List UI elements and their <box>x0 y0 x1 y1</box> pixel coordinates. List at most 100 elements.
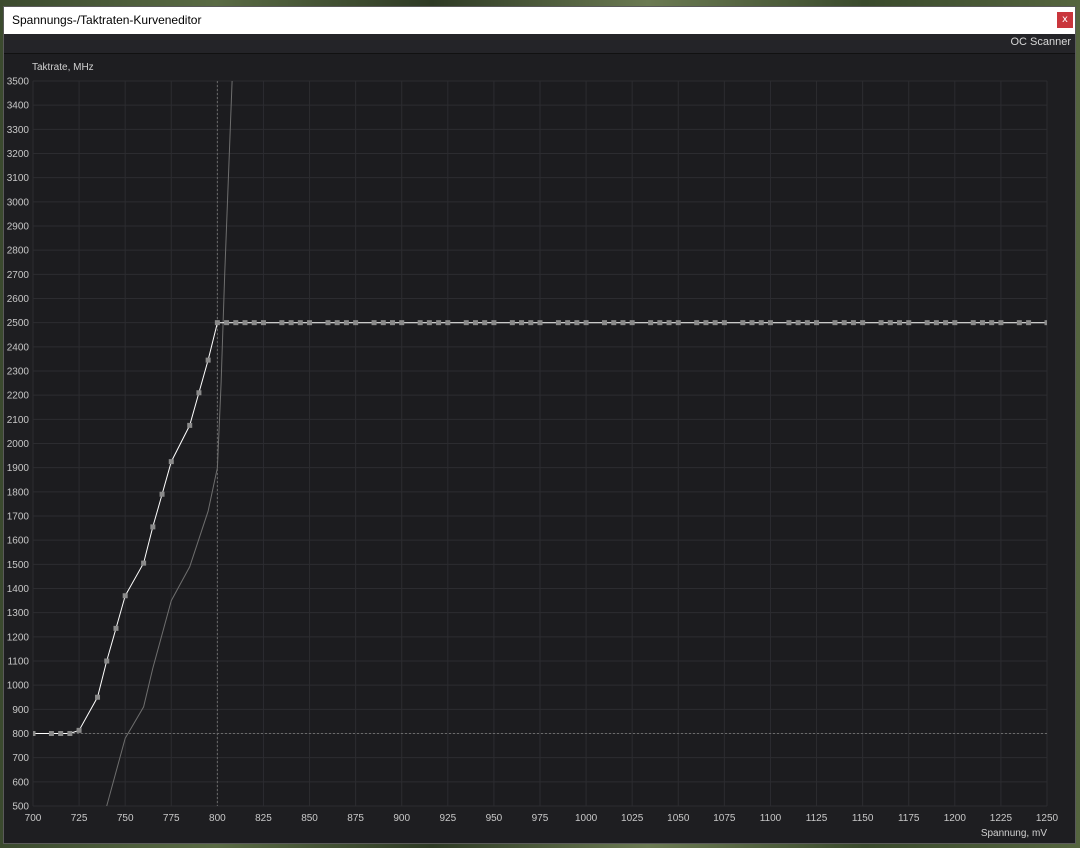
voltage-frequency-chart[interactable]: 700 725 750 775 800 825 850 875 900 925 950 975 1000… <box>4 54 1075 843</box>
curve-point[interactable] <box>141 560 147 566</box>
curve-point[interactable] <box>611 320 617 326</box>
curve-point[interactable] <box>482 320 488 326</box>
curve-point[interactable] <box>325 320 331 326</box>
curve-point[interactable] <box>814 320 820 326</box>
curve-point[interactable] <box>279 320 285 326</box>
curve-point[interactable] <box>712 320 718 326</box>
curve-point[interactable] <box>214 320 220 326</box>
curve-point[interactable] <box>67 731 73 736</box>
curve-point[interactable] <box>528 320 534 326</box>
curve-point[interactable] <box>242 320 248 326</box>
curve-point[interactable] <box>196 390 202 396</box>
curve-point[interactable] <box>537 320 543 326</box>
oc-scanner-button[interactable]: OC Scanner <box>1010 36 1071 48</box>
x-tick-label: 875 <box>347 813 364 824</box>
curve-point[interactable] <box>998 320 1004 326</box>
x-tick-label: 975 <box>532 813 549 824</box>
curve-point[interactable] <box>233 320 239 326</box>
curve-point[interactable] <box>371 320 377 326</box>
curve-chart-area[interactable]: 700 725 750 775 800 825 850 875 900 925 950 975 1000… <box>4 54 1075 843</box>
curve-point[interactable] <box>168 459 174 465</box>
curve-point[interactable] <box>334 320 340 326</box>
curve-point[interactable] <box>850 320 856 326</box>
curve-point[interactable] <box>943 320 949 326</box>
curve-point[interactable] <box>555 320 561 326</box>
curve-point[interactable] <box>767 320 773 326</box>
curve-point[interactable] <box>445 320 451 326</box>
curve-point[interactable] <box>150 524 156 530</box>
close-button[interactable]: x <box>1057 12 1073 28</box>
x-tick-label: 825 <box>255 813 272 824</box>
curve-point[interactable] <box>509 320 515 326</box>
curve-point[interactable] <box>952 320 958 326</box>
curve-point[interactable] <box>297 320 303 326</box>
curve-point[interactable] <box>924 320 930 326</box>
curve-point[interactable] <box>804 320 810 326</box>
curve-point[interactable] <box>122 593 128 599</box>
curve-point[interactable] <box>795 320 801 326</box>
curve-point[interactable] <box>620 320 626 326</box>
curve-point[interactable] <box>380 320 386 326</box>
curve-point[interactable] <box>205 357 211 363</box>
curve-point[interactable] <box>841 320 847 326</box>
title-bar[interactable]: Spannungs-/Taktraten-Kurveneditor x <box>4 7 1075 34</box>
curve-point[interactable] <box>31 731 36 736</box>
curve-point[interactable] <box>519 320 525 326</box>
curve-point[interactable] <box>758 320 764 326</box>
curve-point[interactable] <box>897 320 903 326</box>
x-tick-label: 1025 <box>621 813 644 824</box>
curve-point[interactable] <box>491 320 497 326</box>
curve-point[interactable] <box>565 320 571 326</box>
curve-point[interactable] <box>602 320 608 326</box>
curve-point[interactable] <box>666 320 672 326</box>
curve-point[interactable] <box>583 320 589 326</box>
curve-point[interactable] <box>933 320 939 326</box>
curve-point[interactable] <box>399 320 405 326</box>
curve-point[interactable] <box>878 320 884 326</box>
curve-point[interactable] <box>740 320 746 326</box>
curve-point[interactable] <box>1044 320 1050 326</box>
toolbar: OC Scanner <box>4 34 1075 54</box>
curve-point[interactable] <box>472 320 478 326</box>
curve-point[interactable] <box>288 320 294 326</box>
curve-point[interactable] <box>979 320 985 326</box>
curve-point[interactable] <box>703 320 709 326</box>
curve-point[interactable] <box>648 320 654 326</box>
curve-point[interactable] <box>574 320 580 326</box>
curve-point[interactable] <box>113 625 119 631</box>
curve-point[interactable] <box>629 320 635 326</box>
curve-point[interactable] <box>390 320 396 326</box>
curve-point[interactable] <box>675 320 681 326</box>
curve-point[interactable] <box>989 320 995 326</box>
curve-point[interactable] <box>417 320 423 326</box>
curve-point[interactable] <box>1026 320 1032 326</box>
curve-point[interactable] <box>224 320 230 326</box>
curve-point[interactable] <box>95 694 101 700</box>
curve-point[interactable] <box>657 320 663 326</box>
curve-point[interactable] <box>353 320 359 326</box>
curve-point[interactable] <box>906 320 912 326</box>
curve-point[interactable] <box>426 320 432 326</box>
curve-point[interactable] <box>159 491 165 497</box>
curve-point[interactable] <box>1016 320 1022 326</box>
curve-point[interactable] <box>343 320 349 326</box>
curve-point[interactable] <box>436 320 442 326</box>
curve-point[interactable] <box>48 731 54 736</box>
curve-point[interactable] <box>260 320 266 326</box>
curve-point[interactable] <box>58 731 64 736</box>
curve-point[interactable] <box>832 320 838 326</box>
curve-point[interactable] <box>307 320 313 326</box>
curve-point[interactable] <box>104 658 110 664</box>
curve-point[interactable] <box>694 320 700 326</box>
curve-point[interactable] <box>887 320 893 326</box>
curve-point[interactable] <box>187 422 193 428</box>
curve-point[interactable] <box>970 320 976 326</box>
curve-point[interactable] <box>749 320 755 326</box>
curve-point[interactable] <box>860 320 866 326</box>
curve-point[interactable] <box>76 727 82 733</box>
curve-point[interactable] <box>251 320 257 326</box>
curve-point[interactable] <box>786 320 792 326</box>
x-axis-title: Spannung, mV <box>981 828 1047 839</box>
curve-point[interactable] <box>463 320 469 326</box>
curve-point[interactable] <box>721 320 727 326</box>
